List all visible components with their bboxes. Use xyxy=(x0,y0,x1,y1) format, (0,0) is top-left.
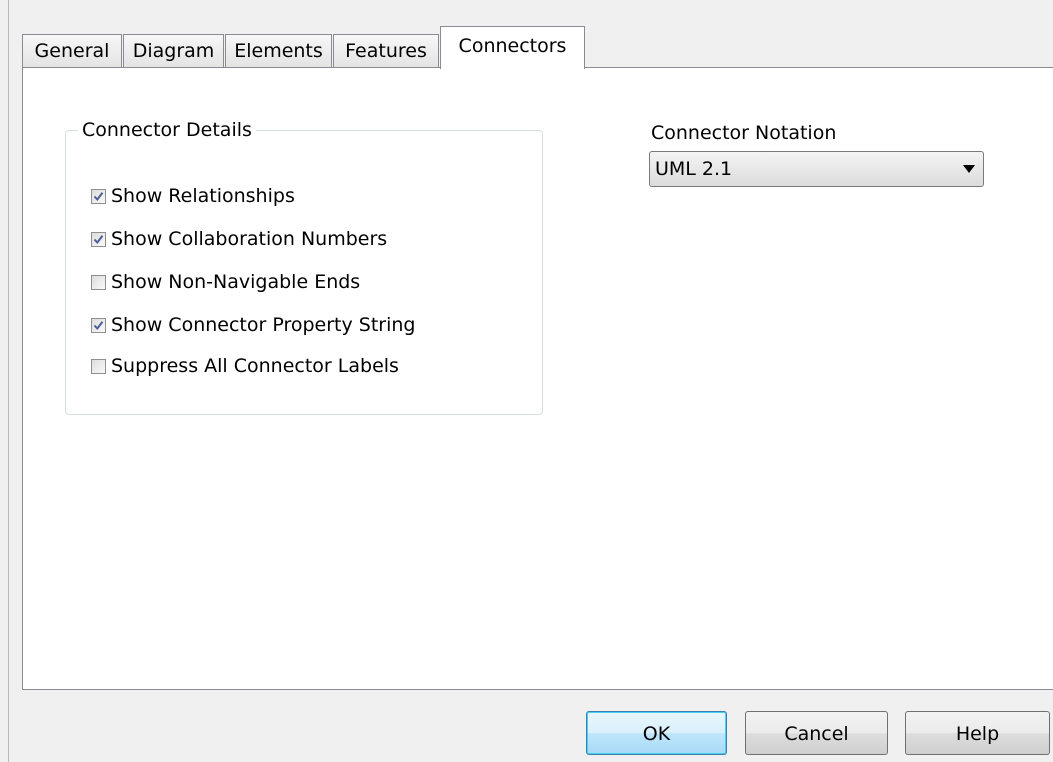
checkbox-label: Show Relationships xyxy=(111,185,295,207)
cancel-button[interactable]: Cancel xyxy=(745,711,888,755)
tab-panel-connectors: Connector Details Show Relationships Sho… xyxy=(22,67,1053,690)
checkbox-box[interactable] xyxy=(91,317,106,333)
checkbox-box[interactable] xyxy=(91,188,106,204)
checkmark-icon xyxy=(93,320,104,330)
connector-notation-select[interactable]: UML 2.1 xyxy=(649,151,984,187)
checkbox-label: Show Connector Property String xyxy=(111,314,416,336)
checkmark-icon xyxy=(93,234,104,244)
show-non-navigable-ends-checkbox[interactable]: Show Non-Navigable Ends xyxy=(91,269,360,295)
show-collaboration-numbers-checkbox[interactable]: Show Collaboration Numbers xyxy=(91,226,387,252)
ok-button[interactable]: OK xyxy=(586,711,727,755)
tab-diagram[interactable]: Diagram xyxy=(123,34,224,68)
tab-connectors[interactable]: Connectors xyxy=(440,26,585,69)
connector-notation-label: Connector Notation xyxy=(651,122,837,144)
checkbox-box[interactable] xyxy=(91,358,106,374)
checkbox-box[interactable] xyxy=(91,274,106,290)
checkmark-icon xyxy=(93,191,104,201)
connector-notation-value: UML 2.1 xyxy=(655,158,733,180)
help-button[interactable]: Help xyxy=(905,711,1050,755)
window-edge xyxy=(8,0,9,762)
show-connector-property-string-checkbox[interactable]: Show Connector Property String xyxy=(91,312,415,338)
dropdown-arrow-icon[interactable] xyxy=(963,165,975,173)
checkbox-box[interactable] xyxy=(91,231,106,247)
suppress-all-connector-labels-checkbox[interactable]: Suppress All Connector Labels xyxy=(91,353,399,379)
checkbox-label: Show Collaboration Numbers xyxy=(111,228,388,250)
connector-details-title: Connector Details xyxy=(78,118,256,142)
connector-details-group: Connector Details Show Relationships Sho… xyxy=(65,118,543,415)
tab-features[interactable]: Features xyxy=(333,34,439,68)
show-relationships-checkbox[interactable]: Show Relationships xyxy=(91,183,295,209)
checkbox-label: Suppress All Connector Labels xyxy=(111,355,399,377)
tab-general[interactable]: General xyxy=(22,34,122,68)
options-dialog: General Diagram Elements Features Connec… xyxy=(0,0,1053,762)
checkbox-label: Show Non-Navigable Ends xyxy=(111,271,361,293)
tab-elements[interactable]: Elements xyxy=(225,34,332,68)
